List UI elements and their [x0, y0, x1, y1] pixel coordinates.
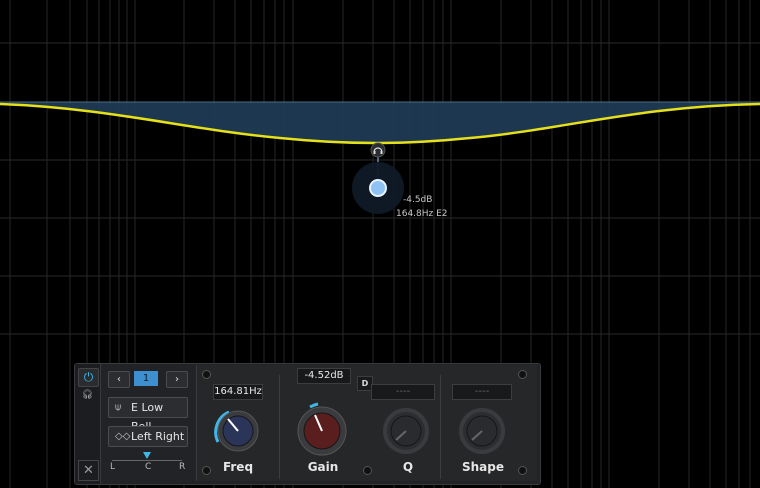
shape-value[interactable]: ---- — [452, 384, 512, 400]
q-knob[interactable] — [378, 403, 434, 459]
handle-gain-readout: -4.5dB — [403, 195, 433, 205]
knobs-area: 164.81Hz -4.52dB D ---- ---- Freq Gain Q… — [196, 365, 537, 481]
band-number: 1 — [134, 371, 158, 386]
shape-label: Shape — [461, 460, 504, 474]
q-label: Q — [402, 460, 414, 474]
freq-label: Freq — [222, 460, 254, 474]
listen-button[interactable]: 🎧︎ — [78, 389, 97, 401]
gain-knob[interactable] — [289, 395, 355, 461]
bell-filter-icon: ⍦ — [115, 402, 121, 413]
pan-indicator — [143, 452, 151, 459]
pan-center-label: C — [145, 462, 152, 472]
power-icon: ⏻ — [83, 370, 94, 384]
screw — [363, 466, 372, 475]
q-value[interactable]: ---- — [371, 384, 435, 400]
chevron-left-icon: ‹ — [117, 374, 121, 385]
channel-label: Left Right — [131, 430, 185, 443]
band-handle — [369, 179, 387, 197]
gain-label: Gain — [307, 460, 339, 474]
screw — [202, 466, 211, 475]
freq-knob[interactable] — [209, 402, 267, 460]
stereo-link-icon: ◇◇ — [115, 431, 131, 442]
freq-value[interactable]: 164.81Hz — [213, 384, 263, 400]
band-solo-icon — [370, 142, 386, 158]
eq-curve-fill — [0, 102, 760, 143]
side-strip: ⏻ 🎧︎ ✕ — [75, 364, 101, 484]
pan-left-label: L — [110, 462, 116, 472]
prev-band-button[interactable]: ‹ — [108, 371, 130, 388]
pan-slider[interactable]: L C R — [108, 452, 186, 474]
filter-type-select[interactable]: ⍦ E Low Bell — [108, 397, 188, 433]
pan-right-label: R — [179, 462, 186, 472]
band-panel: ⏻ 🎧︎ ✕ ‹ 1 › ⍦ E Low Bell ◇◇ Left Right … — [74, 363, 541, 485]
shape-knob[interactable] — [454, 403, 510, 459]
power-button[interactable]: ⏻ — [78, 368, 99, 387]
close-icon: ✕ — [83, 463, 94, 478]
gain-value[interactable]: -4.52dB — [297, 368, 351, 384]
handle-freq-readout: 164.8Hz E2 — [396, 209, 448, 219]
screw — [518, 466, 527, 475]
screw — [202, 370, 211, 379]
chevron-right-icon: › — [175, 374, 179, 385]
headphones-icon: 🎧︎ — [81, 390, 94, 400]
channel-select[interactable]: ◇◇ Left Right — [108, 426, 188, 447]
screw — [518, 370, 527, 379]
next-band-button[interactable]: › — [166, 371, 188, 388]
close-band-button[interactable]: ✕ — [78, 460, 99, 481]
